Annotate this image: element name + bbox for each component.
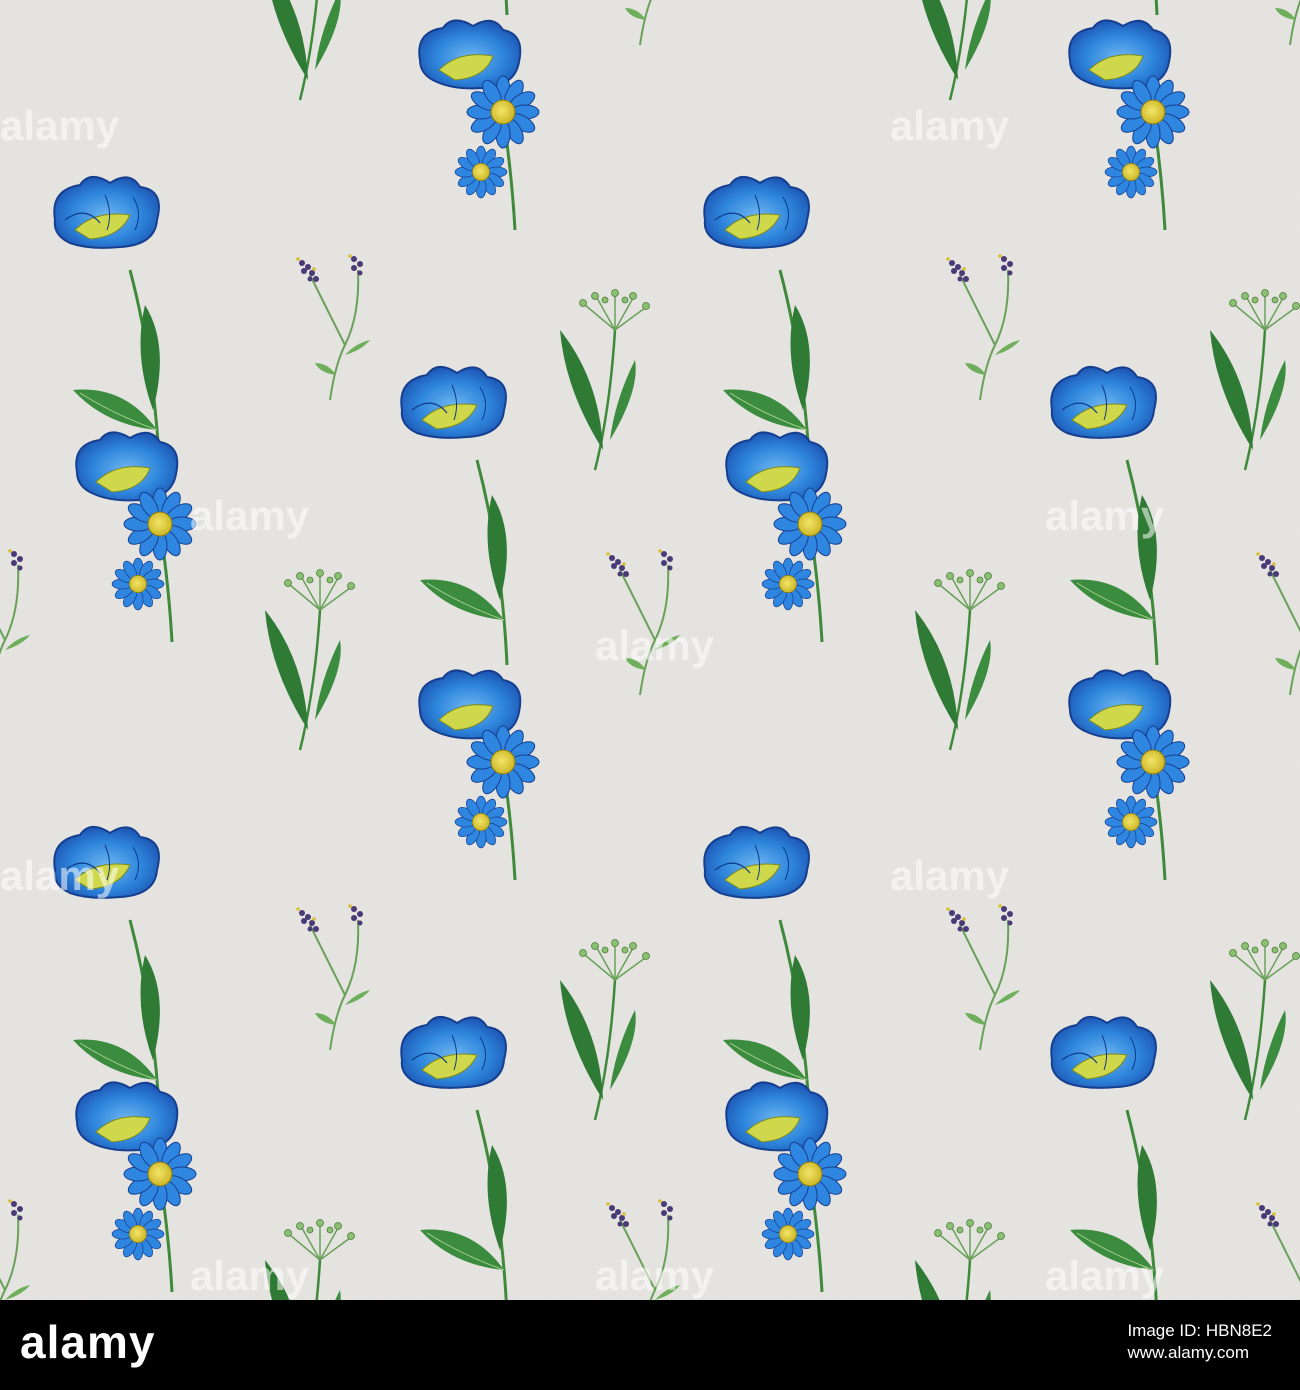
svg-text:alamy: alamy (890, 102, 1010, 149)
svg-text:alamy: alamy (0, 102, 120, 149)
svg-text:alamy: alamy (190, 1252, 310, 1299)
svg-text:alamy: alamy (1045, 492, 1165, 539)
svg-text:alamy: alamy (595, 622, 715, 669)
pattern-canvas: alamy alamy alamy alamy alamy alamy alam… (0, 0, 1300, 1300)
svg-text:alamy: alamy (0, 852, 120, 899)
svg-text:alamy: alamy (1045, 1252, 1165, 1299)
floral-pattern-artwork: alamy alamy alamy alamy alamy alamy alam… (0, 0, 1300, 1300)
svg-text:alamy: alamy (190, 492, 310, 539)
brand-logo: alamy (20, 1312, 155, 1372)
image-meta: Image ID: HBN8E2 www.alamy.com (1127, 1320, 1272, 1364)
image-id: Image ID: HBN8E2 (1127, 1321, 1272, 1340)
stock-footer-bar: alamy Image ID: HBN8E2 www.alamy.com (0, 1300, 1300, 1390)
site-url: www.alamy.com (1127, 1343, 1249, 1362)
svg-text:alamy: alamy (595, 1252, 715, 1299)
stock-photo: alamy alamy alamy alamy alamy alamy alam… (0, 0, 1300, 1390)
svg-text:alamy: alamy (890, 852, 1010, 899)
brand-wordmark: alamy (20, 1316, 156, 1368)
